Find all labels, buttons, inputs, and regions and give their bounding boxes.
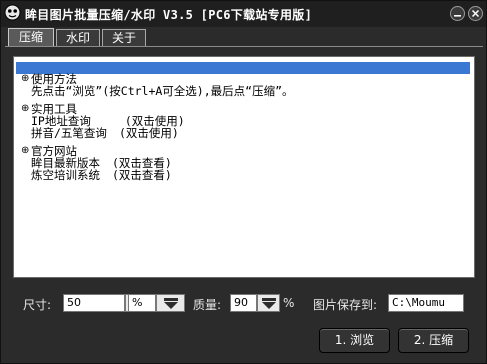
browse-button[interactable]: 1. 浏览 (319, 328, 390, 353)
unit-dropdown-button[interactable] (156, 294, 185, 312)
app-window: 眸目图片批量压缩/水印 V3.5 [PC6下载站专用版] 压缩 水印 关于 ⊕ 使… (0, 0, 487, 364)
tab-divider (5, 46, 483, 47)
app-logo-icon (4, 4, 21, 21)
expand-icon[interactable]: ⊕ (21, 103, 29, 115)
quality-spin-button[interactable] (257, 294, 280, 312)
tab-watermark[interactable]: 水印 (56, 29, 100, 46)
tree-node-tools[interactable]: ⊕ 实用工具 (21, 103, 294, 115)
tab-about-label: 关于 (111, 31, 136, 45)
tree-group-website: ⊕ 官方网站 眸目最新版本 (双击查看) 炼空培训系统 (双击查看) (21, 145, 294, 181)
size-label: 尺寸: (23, 298, 52, 312)
tree-group-tools: ⊕ 实用工具 IP地址查询 (双击使用) 拼音/五笔查询 (双击使用) (21, 103, 294, 139)
tree-node-usage[interactable]: ⊕ 使用方法 (21, 73, 294, 85)
tab-watermark-label: 水印 (65, 31, 90, 45)
minimize-icon (454, 15, 461, 17)
tab-compress-label: 压缩 (18, 30, 43, 44)
quality-input[interactable]: 90 (230, 294, 257, 312)
dropdown-arrow-icon (262, 298, 276, 309)
window-title: 眸目图片批量压缩/水印 V3.5 [PC6下载站专用版] (25, 8, 313, 22)
title-bar[interactable]: 眸目图片批量压缩/水印 V3.5 [PC6下载站专用版] (1, 1, 486, 27)
tab-about[interactable]: 关于 (102, 29, 146, 46)
quality-label: 质量: (193, 298, 222, 312)
info-tree-panel[interactable]: ⊕ 使用方法 先点击“浏览”(按Ctrl+A可全选),最后点“压缩”。 ⊕ 实用工具… (13, 56, 475, 278)
tree-item-pinyin-lookup[interactable]: 拼音/五笔查询 (双击使用) (21, 127, 294, 139)
expand-icon[interactable]: ⊕ (21, 73, 29, 85)
tree-item-usage-text: 先点击“浏览”(按Ctrl+A可全选),最后点“压缩”。 (31, 84, 294, 98)
tree-group-usage: ⊕ 使用方法 先点击“浏览”(按Ctrl+A可全选),最后点“压缩”。 (21, 73, 294, 97)
save-path-input[interactable]: C:\Moumu (388, 294, 464, 312)
close-icon (471, 9, 480, 18)
minimize-button[interactable] (450, 6, 465, 21)
size-input[interactable]: 50 (63, 294, 125, 312)
dropdown-arrow-icon (164, 298, 178, 309)
expand-icon[interactable]: ⊕ (21, 145, 29, 157)
quality-unit-label: % (283, 296, 295, 310)
tree-node-website[interactable]: ⊕ 官方网站 (21, 145, 294, 157)
tree-item-training-system[interactable]: 炼空培训系统 (双击查看) (21, 169, 294, 181)
compress-button[interactable]: 2. 压缩 (398, 328, 469, 353)
close-button[interactable] (468, 6, 483, 21)
tab-compress[interactable]: 压缩 (8, 28, 54, 47)
info-tree: ⊕ 使用方法 先点击“浏览”(按Ctrl+A可全选),最后点“压缩”。 ⊕ 实用工具… (21, 73, 294, 187)
unit-select[interactable]: % (128, 294, 156, 312)
save-path-label: 图片保存到: (313, 298, 378, 312)
